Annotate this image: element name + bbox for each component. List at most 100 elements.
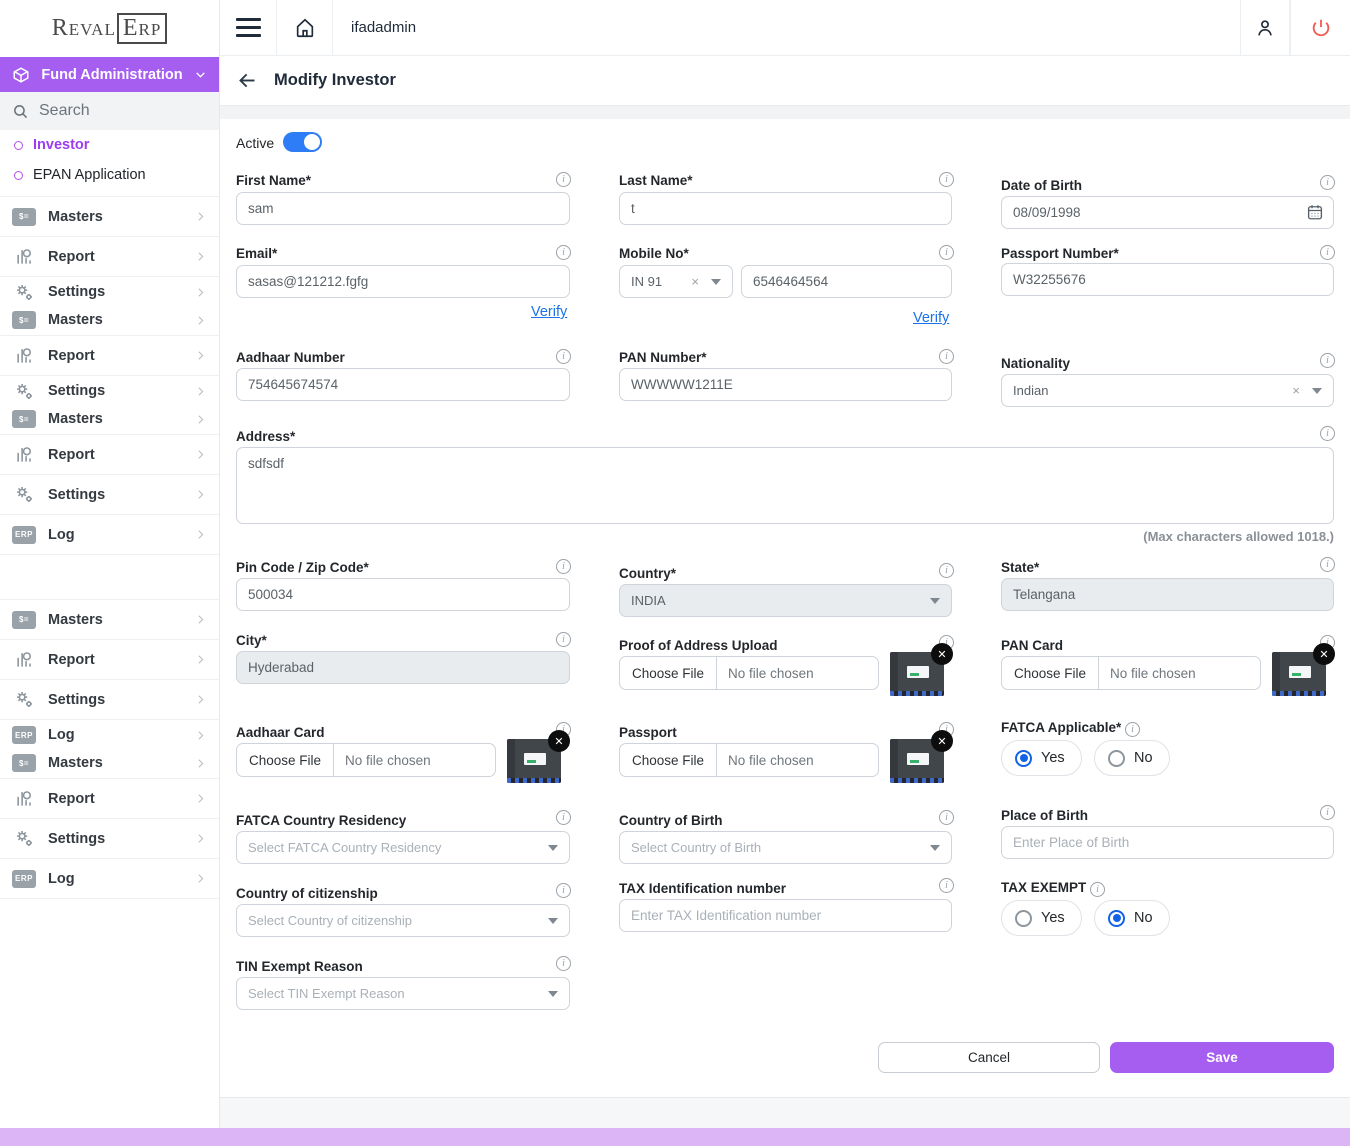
passport-thumbnail[interactable]: ✕ xyxy=(890,739,944,783)
power-icon xyxy=(1310,17,1332,39)
clear-icon[interactable]: × xyxy=(1292,383,1300,398)
proof-of-address-file-input[interactable]: Choose File No file chosen xyxy=(619,656,879,690)
state-label: State* xyxy=(1001,560,1039,575)
passport-file-input[interactable]: Choose File No file chosen xyxy=(619,743,879,777)
tax-id-input[interactable] xyxy=(619,899,952,932)
cancel-button[interactable]: Cancel xyxy=(878,1042,1100,1073)
sidebar-item-masters[interactable]: $= Masters xyxy=(0,307,219,333)
pincode-input[interactable] xyxy=(236,578,570,611)
mobile-country-select[interactable]: IN 91 × xyxy=(619,265,733,298)
aadhaar-card-thumbnail[interactable]: ✕ xyxy=(507,739,561,783)
info-icon: i xyxy=(939,172,954,187)
first-name-label: First Name* xyxy=(236,173,311,188)
sidebar-item-report[interactable]: Report xyxy=(0,435,219,475)
info-icon: i xyxy=(556,172,571,187)
sidebar-item-settings[interactable]: Settings xyxy=(0,819,219,859)
info-icon: i xyxy=(939,810,954,825)
sidebar-item-settings-masters: Settings $= Masters xyxy=(0,376,219,435)
citizenship-select[interactable]: Select Country of citizenship xyxy=(236,904,570,937)
chevron-right-icon xyxy=(194,528,207,541)
header-divider xyxy=(220,105,1350,119)
remove-file-icon[interactable]: ✕ xyxy=(931,730,953,752)
pan-number-input[interactable] xyxy=(619,368,952,401)
last-name-label: Last Name* xyxy=(619,173,693,188)
pan-card-file-input[interactable]: Choose File No file chosen xyxy=(1001,656,1261,690)
chevron-right-icon xyxy=(194,792,207,805)
aadhaar-card-file-input[interactable]: Choose File No file chosen xyxy=(236,743,496,777)
brand-name-right: Erp xyxy=(117,13,167,44)
place-of-birth-input[interactable] xyxy=(1001,826,1334,859)
country-of-birth-select[interactable]: Select Country of Birth xyxy=(619,831,952,864)
dropdown-arrow-icon xyxy=(548,918,558,924)
back-button[interactable] xyxy=(237,70,258,91)
chevron-right-icon xyxy=(194,653,207,666)
sidebar-item-settings[interactable]: Settings xyxy=(0,378,219,404)
menu-toggle-button[interactable] xyxy=(220,0,277,55)
remove-file-icon[interactable]: ✕ xyxy=(1313,643,1335,665)
tin-exempt-reason-select[interactable]: Select TIN Exempt Reason xyxy=(236,977,570,1010)
email-verify-link[interactable]: Verify xyxy=(531,304,567,320)
sidebar-item-masters[interactable]: $= Masters xyxy=(0,406,219,432)
address-label: Address* xyxy=(236,429,295,444)
sidebar-item-log[interactable]: ERP Log xyxy=(0,515,219,555)
address-textarea[interactable]: sdfsdf xyxy=(236,447,1334,524)
remove-file-icon[interactable]: ✕ xyxy=(548,730,570,752)
tin-exempt-reason-label: TIN Exempt Reason xyxy=(236,959,363,974)
sidebar-item-investor[interactable]: Investor xyxy=(0,130,219,160)
calendar-icon[interactable] xyxy=(1306,203,1324,226)
email-input[interactable] xyxy=(236,265,570,298)
log-icon: ERP xyxy=(12,726,36,744)
first-name-input[interactable] xyxy=(236,192,570,225)
nationality-select[interactable]: Indian × xyxy=(1001,374,1334,407)
sidebar-item-log[interactable]: ERP Log xyxy=(0,859,219,899)
sidebar-item-masters[interactable]: $= Masters xyxy=(0,197,219,237)
remove-file-icon[interactable]: ✕ xyxy=(931,643,953,665)
profile-button[interactable] xyxy=(1240,0,1290,55)
log-icon: ERP xyxy=(12,526,36,544)
save-button[interactable]: Save xyxy=(1110,1042,1334,1073)
sidebar-item-report[interactable]: Report xyxy=(0,237,219,277)
last-name-input[interactable] xyxy=(619,192,952,225)
sidebar-item-report[interactable]: Report xyxy=(0,336,219,376)
proof-of-address-thumbnail[interactable]: ✕ xyxy=(890,652,944,696)
active-toggle[interactable] xyxy=(283,132,322,152)
sidebar-item-epan-application[interactable]: EPAN Application xyxy=(0,160,219,190)
pan-card-thumbnail[interactable]: ✕ xyxy=(1272,652,1326,696)
masters-icon: $= xyxy=(12,311,36,329)
logout-button[interactable] xyxy=(1290,0,1350,55)
country-of-birth-label: Country of Birth xyxy=(619,813,723,828)
fatca-country-label: FATCA Country Residency xyxy=(236,813,406,828)
module-selector[interactable]: Fund Administration xyxy=(0,57,219,92)
sidebar-search[interactable] xyxy=(0,92,219,130)
search-input[interactable] xyxy=(39,102,189,120)
tax-exempt-no-radio[interactable]: No xyxy=(1094,900,1170,936)
main-area: ifadadmin Modify Investor Active First N… xyxy=(220,0,1350,1128)
passport-number-input[interactable] xyxy=(1001,263,1334,296)
clear-icon[interactable]: × xyxy=(691,274,699,289)
mobile-number-input[interactable] xyxy=(741,265,952,298)
home-button[interactable] xyxy=(277,0,333,55)
fatca-yes-radio[interactable]: Yes xyxy=(1001,740,1082,776)
sidebar-item-settings[interactable]: Settings xyxy=(0,475,219,515)
dob-input[interactable] xyxy=(1001,196,1334,229)
sidebar-item-settings[interactable]: Settings xyxy=(0,680,219,720)
mobile-verify-link[interactable]: Verify xyxy=(913,310,949,326)
footer-strip xyxy=(220,1097,1350,1128)
fatca-no-radio[interactable]: No xyxy=(1094,740,1170,776)
bullet-icon xyxy=(14,141,23,150)
tax-exempt-yes-radio[interactable]: Yes xyxy=(1001,900,1082,936)
info-icon: i xyxy=(1320,245,1335,260)
masters-icon: $= xyxy=(12,208,36,226)
sidebar-item-report[interactable]: Report xyxy=(0,779,219,819)
sidebar-item-masters[interactable]: $= Masters xyxy=(0,750,219,776)
aadhaar-number-input[interactable] xyxy=(236,368,570,401)
sidebar-item-report[interactable]: Report xyxy=(0,640,219,680)
chevron-right-icon xyxy=(194,757,207,770)
sidebar-item-masters[interactable]: $= Masters xyxy=(0,600,219,640)
country-select[interactable]: INDIA xyxy=(619,584,952,617)
sidebar-item-settings[interactable]: Settings xyxy=(0,279,219,305)
fatca-country-select[interactable]: Select FATCA Country Residency xyxy=(236,831,570,864)
info-icon: i xyxy=(939,563,954,578)
sidebar-item-log[interactable]: ERP Log xyxy=(0,722,219,748)
masters-icon: $= xyxy=(12,611,36,629)
